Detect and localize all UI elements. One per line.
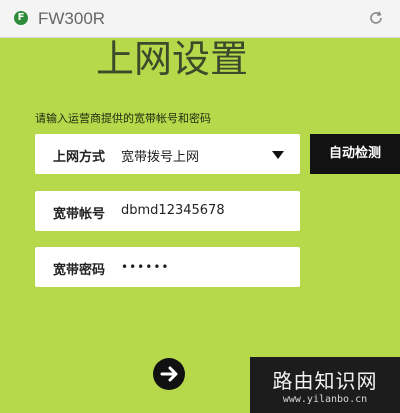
browser-address-bar[interactable]: F FW300R [0,0,400,38]
password-label: 宽带密码 [53,263,106,278]
watermark-url: www.yilanbo.cn [282,394,368,405]
watermark-title: 路由知识网 [272,369,378,393]
watermark: 路由知识网 www.yilanbo.cn [250,357,400,413]
connection-type-label: 上网方式 [53,150,106,165]
account-input[interactable]: dbmd12345678 [121,203,225,218]
instruction-text: 请输入运营商提供的宽带帐号和密码 [35,112,211,125]
site-favicon-icon: F [14,11,28,25]
arrow-right-icon [160,366,178,382]
account-label: 宽带帐号 [53,207,106,222]
reload-icon[interactable] [368,10,384,26]
account-field[interactable]: 宽带帐号 dbmd12345678 [35,191,300,231]
dropdown-caret-icon[interactable] [272,151,284,159]
next-button[interactable] [153,358,185,390]
connection-type-select[interactable]: 上网方式 宽带拨号上网 [35,134,300,174]
address-text[interactable]: FW300R [38,9,105,29]
password-field[interactable]: 宽带密码 •••••• [35,247,300,287]
password-input[interactable]: •••••• [121,260,169,274]
auto-detect-button[interactable]: 自动检测 [310,134,400,174]
page-title: 上网设置 [96,37,249,81]
connection-type-value: 宽带拨号上网 [121,150,200,165]
